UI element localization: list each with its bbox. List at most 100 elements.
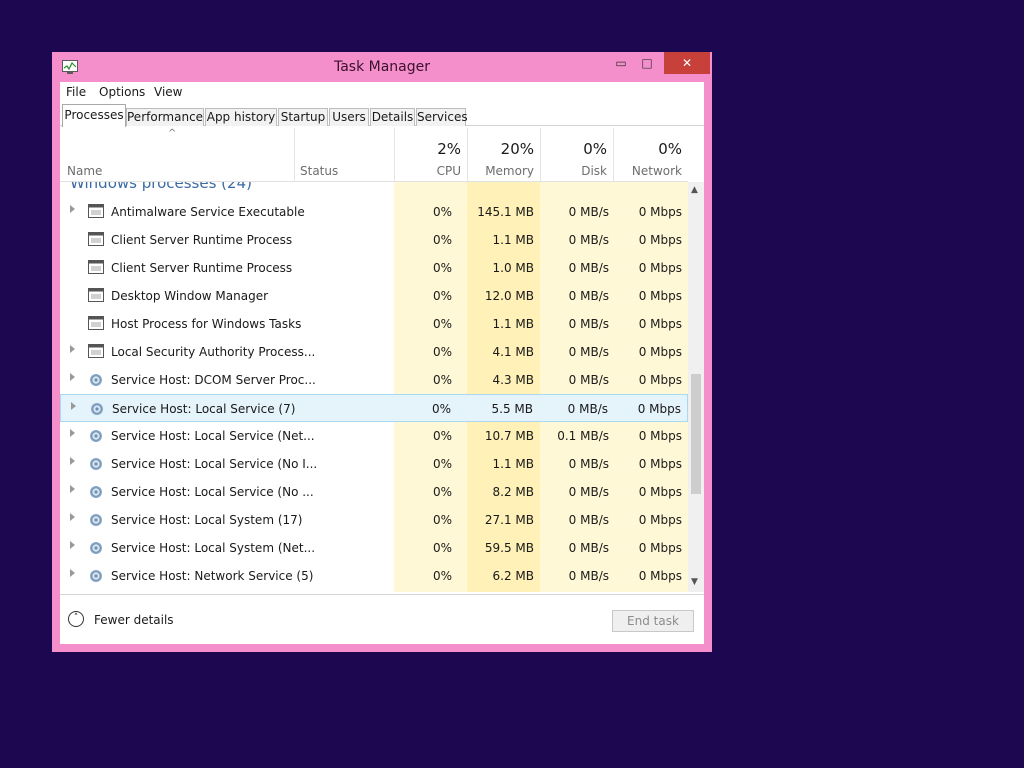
name-column-header[interactable]: ^ Name bbox=[60, 128, 294, 182]
process-name: Service Host: Network Service (5) bbox=[111, 569, 314, 583]
name-header-label: Name bbox=[67, 164, 103, 178]
maximize-button[interactable]: □ bbox=[634, 52, 660, 74]
tab-services[interactable]: Services bbox=[416, 108, 468, 126]
cpu-value: 0% bbox=[432, 485, 452, 499]
process-row[interactable]: Service Host: DCOM Server Proc... 0% 4.3 M… bbox=[60, 366, 688, 394]
memory-value: 10.7 MB bbox=[484, 429, 534, 443]
tab-app-history[interactable]: App history bbox=[205, 108, 277, 126]
cpu-column-header[interactable]: 2% CPU bbox=[394, 128, 467, 182]
expand-arrow-icon[interactable] bbox=[71, 402, 76, 410]
network-header-pct: 0% bbox=[658, 140, 682, 158]
disk-value: 0 MB/s bbox=[568, 317, 609, 331]
process-row[interactable]: Service Host: Local System (Net... 0% 59.5… bbox=[60, 534, 688, 562]
process-name: Service Host: Local Service (7) bbox=[112, 402, 296, 416]
close-button[interactable]: ✕ bbox=[664, 52, 710, 74]
process-name: Service Host: Local System (Net... bbox=[111, 541, 316, 555]
process-row[interactable]: Host Process for Windows Tasks 0% 1.1 MB 0 … bbox=[60, 310, 688, 338]
tab-performance[interactable]: Performance bbox=[126, 108, 204, 126]
network-value: 0 Mbps bbox=[638, 345, 682, 359]
disk-value: 0 MB/s bbox=[568, 569, 609, 583]
status-column-header[interactable]: Status bbox=[294, 128, 394, 182]
end-task-button[interactable]: End task bbox=[612, 610, 694, 632]
scrollbar-thumb[interactable] bbox=[691, 374, 701, 494]
expand-arrow-icon[interactable] bbox=[70, 373, 75, 381]
expand-arrow-icon[interactable] bbox=[70, 541, 75, 549]
network-value: 0 Mbps bbox=[637, 402, 681, 416]
memory-column-header[interactable]: 20% Memory bbox=[467, 128, 540, 182]
process-row[interactable]: Desktop Window Manager 0% 12.0 MB 0 MB/s 0 M… bbox=[60, 282, 688, 310]
process-row[interactable]: Client Server Runtime Process 0% 1.0 MB 0 M… bbox=[60, 254, 688, 282]
chevron-up-circle-icon[interactable]: ˄ bbox=[68, 611, 84, 627]
process-name: Service Host: Local Service (No I... bbox=[111, 457, 318, 471]
window-icon bbox=[88, 288, 104, 302]
expand-arrow-icon[interactable] bbox=[70, 457, 75, 465]
process-row[interactable]: Service Host: Local Service (No ... 0% 8.2… bbox=[60, 478, 688, 506]
process-name: Service Host: DCOM Server Proc... bbox=[111, 373, 316, 387]
process-name: Antimalware Service Executable bbox=[111, 205, 305, 219]
network-value: 0 Mbps bbox=[638, 485, 682, 499]
memory-value: 1.1 MB bbox=[492, 317, 534, 331]
tab-processes[interactable]: Processes bbox=[62, 104, 126, 127]
network-value: 0 Mbps bbox=[638, 233, 682, 247]
title-bar[interactable]: Task Manager ▭ □ ✕ bbox=[52, 52, 712, 82]
expand-arrow-icon[interactable] bbox=[70, 429, 75, 437]
process-row[interactable]: Client Server Runtime Process 0% 1.1 MB 0 M… bbox=[60, 226, 688, 254]
process-name: Client Server Runtime Process bbox=[111, 233, 293, 247]
minimize-button[interactable]: ▭ bbox=[608, 52, 634, 74]
memory-value: 5.5 MB bbox=[491, 402, 533, 416]
tab-startup[interactable]: Startup bbox=[278, 108, 328, 126]
disk-value: 0 MB/s bbox=[568, 261, 609, 275]
process-row[interactable]: Service Host: Local Service (No I... 0% 1.… bbox=[60, 450, 688, 478]
process-row[interactable]: Local Security Authority Process... 0% 4.1… bbox=[60, 338, 688, 366]
cpu-value: 0% bbox=[432, 233, 452, 247]
cpu-value: 0% bbox=[432, 569, 452, 583]
disk-column-header[interactable]: 0% Disk bbox=[540, 128, 613, 182]
network-column-header[interactable]: 0% Network bbox=[613, 128, 688, 182]
expand-arrow-icon[interactable] bbox=[70, 569, 75, 577]
memory-value: 1.1 MB bbox=[492, 457, 534, 471]
menu-view[interactable]: View bbox=[154, 85, 182, 99]
memory-value: 4.3 MB bbox=[492, 373, 534, 387]
scroll-up-icon[interactable]: ▲ bbox=[691, 185, 698, 195]
cpu-value: 0% bbox=[432, 513, 452, 527]
disk-value: 0 MB/s bbox=[568, 233, 609, 247]
expand-arrow-icon[interactable] bbox=[70, 345, 75, 353]
expand-arrow-icon[interactable] bbox=[70, 205, 75, 213]
cpu-value: 0% bbox=[431, 402, 451, 416]
process-row[interactable]: Antimalware Service Executable 0% 145.1 MB… bbox=[60, 198, 688, 226]
cpu-header-label: CPU bbox=[436, 164, 461, 178]
tab-details[interactable]: Details bbox=[370, 108, 415, 126]
column-header-row: ^ Name Status 2% CPU 20% Memory 0% Disk … bbox=[60, 128, 688, 182]
disk-value: 0 MB/s bbox=[568, 485, 609, 499]
expand-arrow-icon[interactable] bbox=[70, 485, 75, 493]
memory-value: 8.2 MB bbox=[492, 485, 534, 499]
memory-header-pct: 20% bbox=[500, 140, 534, 158]
network-value: 0 Mbps bbox=[638, 569, 682, 583]
disk-value: 0.1 MB/s bbox=[557, 429, 609, 443]
network-value: 0 Mbps bbox=[638, 541, 682, 555]
disk-value: 0 MB/s bbox=[568, 541, 609, 555]
process-row[interactable]: Service Host: Local Service (Net... 0% 10.… bbox=[60, 422, 688, 450]
tab-strip: Processes Performance App history Startu… bbox=[60, 104, 704, 127]
cpu-value: 0% bbox=[432, 373, 452, 387]
process-row[interactable]: Service Host: Local Service (7) 0% 5.5 MB 0… bbox=[60, 394, 688, 422]
vertical-scrollbar[interactable]: ▲ ▼ bbox=[688, 182, 704, 592]
gear-icon bbox=[88, 428, 104, 442]
tab-users[interactable]: Users bbox=[329, 108, 369, 126]
fewer-details-link[interactable]: Fewer details bbox=[94, 613, 174, 627]
cpu-value: 0% bbox=[432, 457, 452, 471]
scroll-down-icon[interactable]: ▼ bbox=[691, 577, 698, 587]
process-name: Desktop Window Manager bbox=[111, 289, 269, 303]
cpu-value: 0% bbox=[432, 261, 452, 275]
network-value: 0 Mbps bbox=[638, 289, 682, 303]
cpu-header-pct: 2% bbox=[437, 140, 461, 158]
process-row[interactable]: Service Host: Local System (17) 0% 27.1 MB… bbox=[60, 506, 688, 534]
memory-value: 27.1 MB bbox=[484, 513, 534, 527]
memory-value: 145.1 MB bbox=[477, 205, 534, 219]
status-header-label: Status bbox=[300, 164, 339, 178]
process-row[interactable]: Service Host: Network Service (5) 0% 6.2 M… bbox=[60, 562, 688, 590]
expand-arrow-icon[interactable] bbox=[70, 513, 75, 521]
menu-options[interactable]: Options bbox=[99, 85, 145, 99]
window-icon bbox=[88, 344, 104, 358]
menu-file[interactable]: File bbox=[66, 85, 86, 99]
